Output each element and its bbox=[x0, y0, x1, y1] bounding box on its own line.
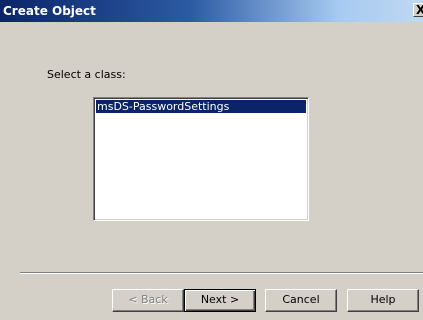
close-icon: X bbox=[416, 4, 423, 16]
list-item[interactable]: msDS-PasswordSettings bbox=[96, 100, 306, 113]
help-button[interactable]: Help bbox=[347, 289, 419, 312]
close-button[interactable]: X bbox=[413, 3, 423, 17]
back-button[interactable]: < Back bbox=[112, 289, 184, 312]
select-class-label: Select a class: bbox=[47, 68, 126, 81]
cancel-button[interactable]: Cancel bbox=[265, 289, 337, 312]
window-title: Create Object bbox=[3, 4, 96, 18]
title-bar[interactable]: Create Object X bbox=[0, 0, 423, 22]
class-listbox[interactable]: msDS-PasswordSettings bbox=[93, 97, 309, 221]
separator bbox=[20, 272, 423, 274]
next-button[interactable]: Next > bbox=[184, 289, 256, 312]
